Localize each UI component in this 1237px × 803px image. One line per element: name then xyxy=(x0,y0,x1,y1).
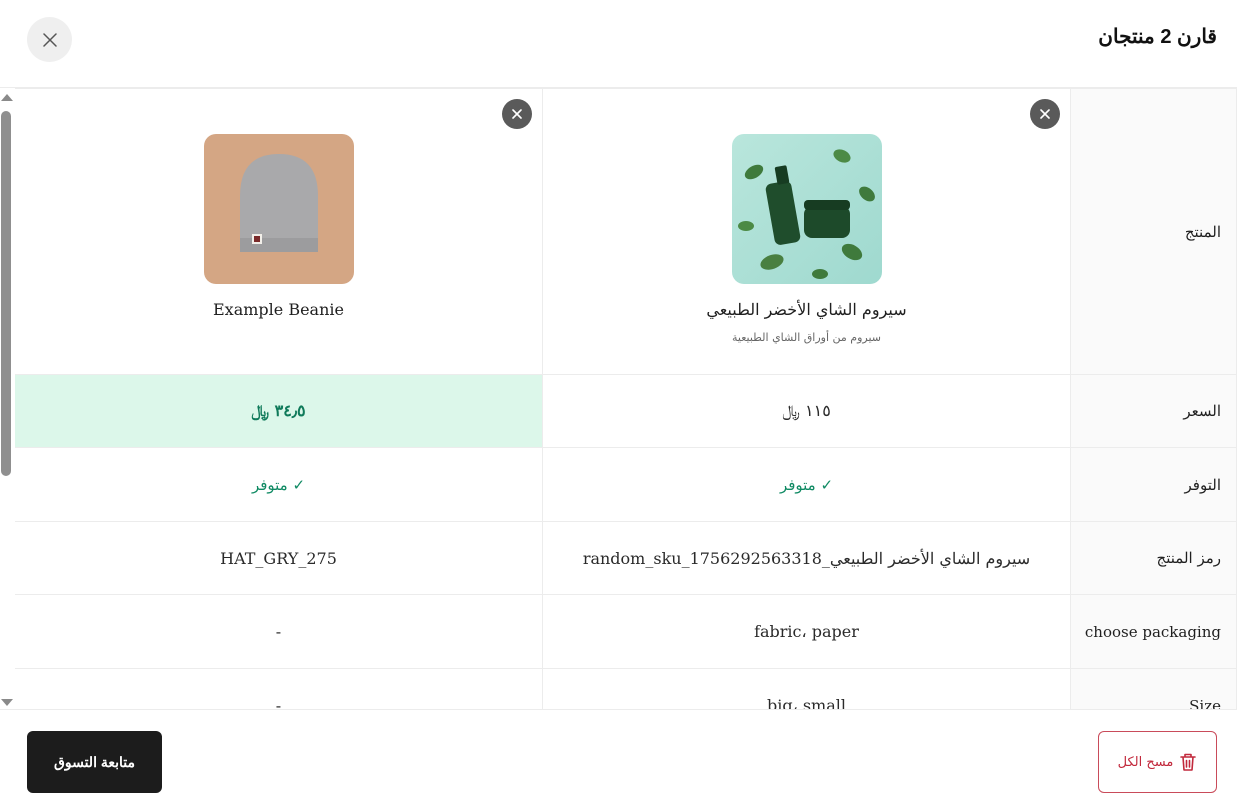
packaging-cell-2: - xyxy=(15,594,543,669)
packaging-value: - xyxy=(275,622,282,641)
dialog-title: قارن 2 منتجان xyxy=(1098,26,1217,48)
continue-shopping-button[interactable]: متابعة التسوق xyxy=(27,731,162,793)
packaging-value: fabric، paper xyxy=(754,622,859,641)
product-name-1[interactable]: سيروم الشاي الأخضر الطبيعي xyxy=(543,300,1070,319)
close-button[interactable] xyxy=(27,17,72,62)
availability-cell-2: ✓ متوفر xyxy=(15,447,543,522)
price-cell-2-best: ٣٤٫٥ ﷼ xyxy=(15,374,543,448)
row-label-sku: رمز المنتج xyxy=(1070,521,1237,595)
size-cell-2: - xyxy=(15,668,543,709)
remove-product-icon xyxy=(1040,109,1050,119)
sku-row: رمز المنتج سيروم الشاي الأخضر الطبيعي_ra… xyxy=(15,521,1237,595)
row-label-price: السعر xyxy=(1070,374,1237,448)
remove-product-button[interactable] xyxy=(1030,99,1060,129)
sku-cell-2: HAT_GRY_275 xyxy=(15,521,543,595)
product-row: المنتج سيروم الشاي الأخضر الطبيعي سيروم … xyxy=(15,88,1237,375)
product-description-1: سيروم من أوراق الشاي الطبيعية xyxy=(731,330,882,344)
scroll-thumb[interactable] xyxy=(1,111,11,476)
availability-value: ✓ متوفر xyxy=(251,476,306,494)
product-image-beanie[interactable] xyxy=(203,134,354,284)
sku-cell-1: سيروم الشاي الأخضر الطبيعي_random_sku_17… xyxy=(542,521,1071,595)
comparison-table-container: المنتج سيروم الشاي الأخضر الطبيعي سيروم … xyxy=(15,88,1237,709)
sku-value: HAT_GRY_275 xyxy=(220,548,337,568)
price-row: السعر ١١٥ ﷼ ٣٤٫٥ ﷼ xyxy=(15,374,1237,448)
remove-product-button[interactable] xyxy=(502,99,532,129)
scroll-up-arrow[interactable] xyxy=(1,94,13,101)
row-label-product: المنتج xyxy=(1070,88,1237,375)
row-label-availability: التوفر xyxy=(1070,447,1237,522)
close-icon xyxy=(42,32,57,47)
compare-dialog: قارن 2 منتجان المنتج سيروم الشاي الأخضر … xyxy=(0,0,1237,803)
clear-all-button[interactable]: مسح الكل xyxy=(1098,731,1217,793)
price-value-best: ٣٤٫٥ ﷼ xyxy=(251,401,306,420)
price-value: ١١٥ ﷼ xyxy=(782,401,831,420)
product-cell-1: سيروم الشاي الأخضر الطبيعي سيروم من أورا… xyxy=(542,88,1071,375)
vertical-scrollbar[interactable] xyxy=(0,94,14,706)
price-cell-1: ١١٥ ﷼ xyxy=(542,374,1071,448)
dialog-header: قارن 2 منتجان xyxy=(0,0,1237,88)
comparison-table: المنتج سيروم الشاي الأخضر الطبيعي سيروم … xyxy=(15,88,1237,709)
availability-row: التوفر ✓ متوفر ✓ متوفر xyxy=(15,447,1237,522)
sku-value: سيروم الشاي الأخضر الطبيعي_random_sku_17… xyxy=(582,548,1031,568)
dialog-footer: مسح الكل متابعة التسوق xyxy=(0,709,1237,803)
size-value: big، small xyxy=(766,696,846,709)
size-cell-1: big، small xyxy=(542,668,1071,709)
product-image-green-tea-serum[interactable] xyxy=(731,133,882,284)
scroll-down-arrow[interactable] xyxy=(1,699,13,706)
size-row: Size big، small - xyxy=(15,668,1237,709)
size-value: - xyxy=(275,696,282,709)
availability-cell-1: ✓ متوفر xyxy=(542,447,1071,522)
packaging-cell-1: fabric، paper xyxy=(542,594,1071,669)
trash-icon xyxy=(1180,753,1197,771)
row-label-packaging: choose packaging xyxy=(1070,594,1237,669)
packaging-row: choose packaging fabric، paper - xyxy=(15,594,1237,669)
clear-all-label: مسح الكل xyxy=(1117,754,1174,770)
row-label-size: Size xyxy=(1070,668,1237,709)
product-name-2[interactable]: Example Beanie xyxy=(15,300,542,319)
availability-value: ✓ متوفر xyxy=(779,476,834,494)
product-cell-2: Example Beanie xyxy=(15,88,543,375)
remove-product-icon xyxy=(512,109,522,119)
